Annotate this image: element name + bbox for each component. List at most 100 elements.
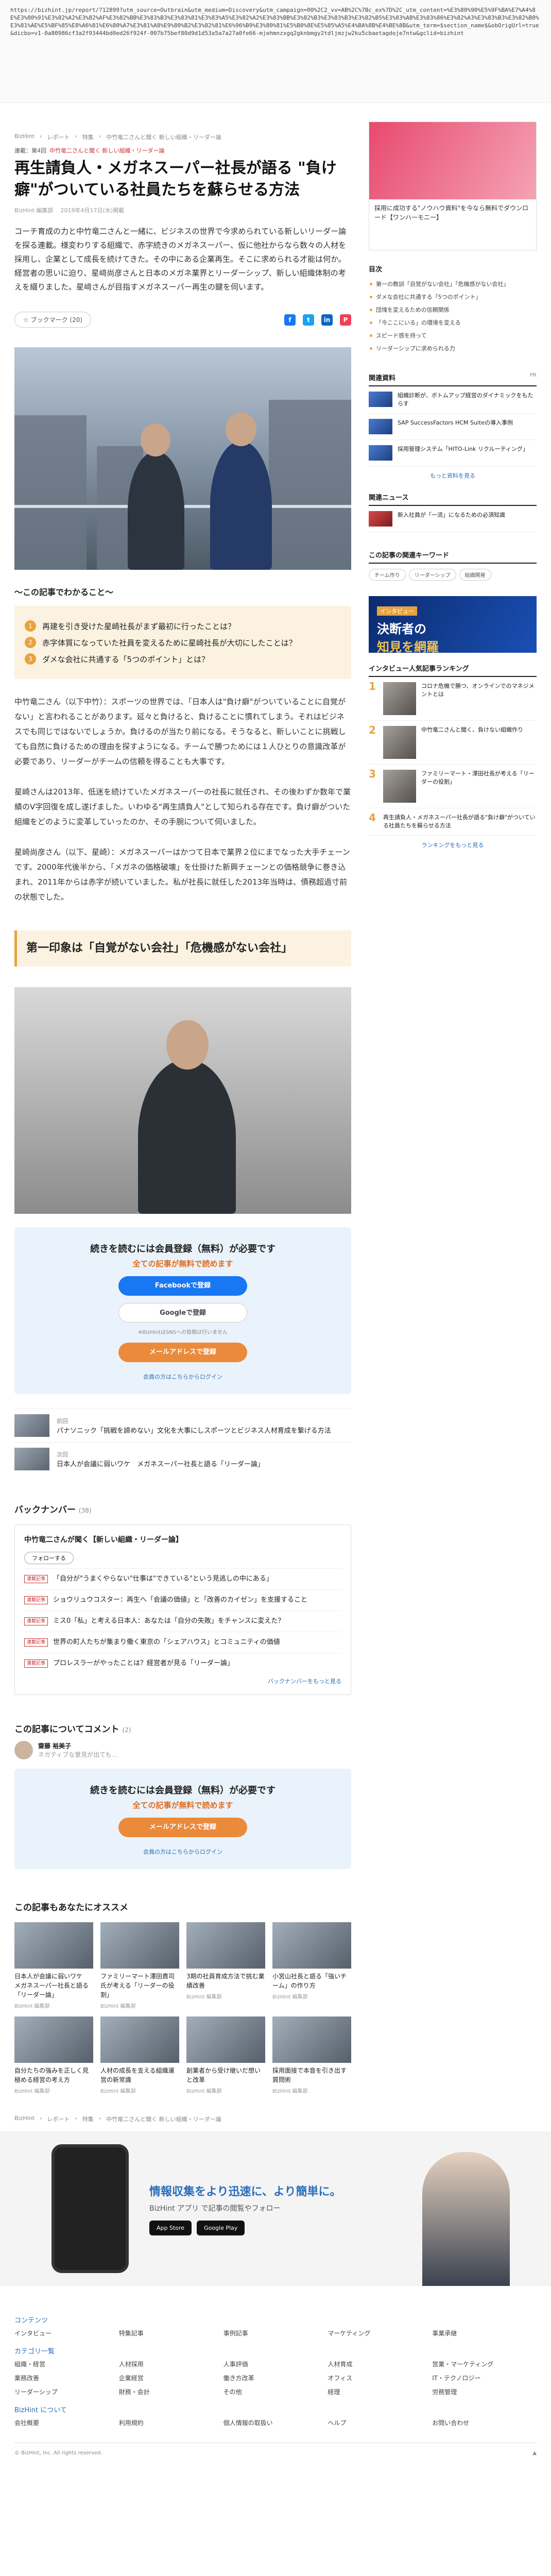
toc-item[interactable]: 3 ダメな会社に共通する「5つのポイント」とは？ <box>25 653 341 665</box>
linkedin-share-icon[interactable]: in <box>321 314 333 326</box>
comment-item: 齋藤 裕美子 ネガティブな意見が出ても… <box>14 1741 351 1764</box>
backnumber-item[interactable]: 連載記事 プロレスラーがやったことは？経営者が見る「リーダー論」 <box>24 1653 341 1674</box>
footer-link[interactable]: オフィス <box>328 2374 432 2382</box>
ranking-item[interactable]: 4 再生請負人・メガネスーパー社長が語る"負け癖"がついている社員たちを蘇らせる方… <box>369 808 537 836</box>
recommend-card[interactable]: 創業者から受け継いだ想いと改革 BizHint 編集部 <box>186 2016 265 2094</box>
related-doc-item[interactable]: 採用管理システム「HITO-Link リクルーティング」 <box>369 440 537 466</box>
breadcrumb-item[interactable]: BizHint <box>14 133 35 141</box>
footer-link[interactable]: 財務・会計 <box>119 2387 223 2396</box>
footer-link[interactable]: 組織・経営 <box>14 2360 119 2368</box>
related-docs: 関連資料 PR 組織診断が、ボトムアップ経営のダイナミックをもたらす SAP Su… <box>369 372 537 485</box>
facebook-register-button[interactable]: Facebookで登録 <box>118 1276 247 1296</box>
footer-link[interactable]: その他 <box>223 2387 328 2396</box>
footer-link[interactable]: 営業・マーケティング <box>432 2360 537 2368</box>
related-more-link[interactable]: もっと資料を見る <box>369 466 537 485</box>
backnumber-item[interactable]: 連載記事 世界の町人たちが集まり働く東京の「シェアハウス」とコミュニティの価値 <box>24 1632 341 1653</box>
sidebar-toc-item[interactable]: 「今ここにいる」の環境を変える <box>369 316 537 329</box>
keyword-tag[interactable]: リーダーシップ <box>408 569 456 581</box>
footer-link[interactable]: 労務管理 <box>432 2387 537 2396</box>
footer-link[interactable]: 事例記事 <box>223 2329 328 2337</box>
footer-link[interactable]: 企業経営 <box>119 2374 223 2382</box>
backnumber-item[interactable]: 連載記事 ショウリュウコスター：再生へ「会議の価値」と「改善のカイゼン」を支援する… <box>24 1589 341 1611</box>
footer-link[interactable]: マーケティング <box>328 2329 432 2337</box>
google-register-button[interactable]: Googleで登録 <box>118 1303 247 1323</box>
sidebar-toc-item[interactable]: スピード感を持って <box>369 329 537 342</box>
ad-image <box>369 122 536 199</box>
footer-link[interactable]: 働き方改革 <box>223 2374 328 2382</box>
article-body: 中竹竜二さん（以下中竹）：スポーツの世界では、「日本人は"負け癖"がついているこ… <box>14 694 351 905</box>
thumbnail <box>14 1448 49 1470</box>
footer-link[interactable]: ヘルプ <box>328 2418 432 2427</box>
breadcrumb-item[interactable]: レポート <box>47 2115 70 2123</box>
recommend-card[interactable]: 人材の成長を支える組織運営の新常識 BizHint 編集部 <box>100 2016 179 2094</box>
footer-link[interactable]: 事業承継 <box>432 2329 537 2337</box>
breadcrumb-item[interactable]: 中竹竜二さんと聞く 新しい組織・リーダー論 <box>106 2115 221 2123</box>
follow-button[interactable]: フォローする <box>24 1552 74 1564</box>
ranking-more-link[interactable]: ランキングをもっと見る <box>369 836 537 854</box>
footer-link[interactable]: 個人情報の取扱い <box>223 2418 328 2427</box>
sidebar-toc-item[interactable]: 団塊を変えるための信頼関係 <box>369 303 537 316</box>
footer-link[interactable]: 業務改善 <box>14 2374 119 2382</box>
keyword-tag[interactable]: 組織開発 <box>459 569 491 581</box>
sidebar-ad[interactable]: 採用に成功する"ノウハウ資料"を今なら無料でダウンロード【ワンハーモニー】 <box>369 122 537 250</box>
series-nav-item[interactable]: 次回 日本人が会議に弱いワケ メガネスーパー社長と語る「リーダー論」 <box>14 1442 351 1476</box>
footer-link[interactable]: 経理 <box>328 2387 432 2396</box>
breadcrumb-item[interactable]: 特集 <box>82 133 94 141</box>
recommend-card[interactable]: 採用面接で本音を引き出す質問術 BizHint 編集部 <box>272 2016 351 2094</box>
recommend-card[interactable]: ファミリーマート澤田貴司氏が考える「リーダーの役割」 BizHint 編集部 <box>100 1922 179 2009</box>
breadcrumb-item[interactable]: レポート <box>47 133 70 141</box>
avatar <box>14 1741 33 1759</box>
ranking-item[interactable]: 3 ファミリーマート・澤田社長が考える「リーダーの役割」 <box>369 765 537 808</box>
recommend-card[interactable]: 3期の社員育成方法で挑む業績改善 BizHint 編集部 <box>186 1922 265 2009</box>
google-play-button[interactable]: Google Play <box>197 2220 245 2235</box>
interview-banner[interactable]: インタビュー 決断者の 知見を網羅 <box>369 596 537 654</box>
login-link[interactable]: 会員の方はこちらからログイン <box>14 1372 351 1381</box>
recommend-card[interactable]: 日本人が会議に弱いワケ メガネスーパー社長と語る「リーダー論」 BizHint 編… <box>14 1922 93 2009</box>
interview-photo <box>14 987 351 1214</box>
sidebar-toc-item[interactable]: 第一の教訓「自覚がない会社」「危機感がない会社」 <box>369 278 537 291</box>
related-doc-item[interactable]: 組織診断が、ボトムアップ経営のダイナミックをもたらす <box>369 386 537 414</box>
keyword-tag[interactable]: チーム作り <box>369 569 406 581</box>
login-link[interactable]: 会員の方はこちらからログイン <box>14 1848 351 1856</box>
page-top-link[interactable]: ▲ <box>532 2450 537 2456</box>
footer-link[interactable]: 会社概要 <box>14 2418 119 2427</box>
sidebar-toc-item[interactable]: リーダーシップに求められる力 <box>369 342 537 355</box>
footer-link[interactable]: 人材育成 <box>328 2360 432 2368</box>
pocket-share-icon[interactable]: P <box>340 314 351 326</box>
email-register-button[interactable]: メールアドレスで登録 <box>118 1343 247 1362</box>
footer-link[interactable]: お問い合わせ <box>432 2418 537 2427</box>
ranking-item[interactable]: 1 コロナ危機で勝つ、オンラインでのマネジメントとは <box>369 677 537 721</box>
footer-link[interactable]: 人事評価 <box>223 2360 328 2368</box>
recommend-card[interactable]: 自分たちの強みを正しく見極める経営の考え方 BizHint 編集部 <box>14 2016 93 2094</box>
footer-link[interactable]: 利用規約 <box>119 2418 223 2427</box>
breadcrumb: BizHint › レポート › 特集 › 中竹竜二さんと聞く 新しい組織・リーダー論 <box>14 133 221 141</box>
sidebar-toc-item[interactable]: ダメな会社に共通する「5つのポイント」 <box>369 291 537 303</box>
news-item[interactable]: 新入社員が「一流」になるための必須知識 <box>369 506 537 532</box>
toc-item[interactable]: 1 再建を引き受けた星崎社長がまず最初に行ったことは？ <box>25 620 341 632</box>
bookmark-button[interactable]: ☆ ブックマーク (20) <box>14 312 92 328</box>
footer-link[interactable]: IT・テクノロジー <box>432 2374 537 2382</box>
breadcrumb-item[interactable]: 中竹竜二さんと聞く 新しい組織・リーダー論 <box>106 133 221 141</box>
twitter-share-icon[interactable]: t <box>303 314 314 326</box>
series-nav-item[interactable]: 前回 パナソニック「挑戦を諦めない」文化を大事にしスポーツとビジネス人材育成を繋げ… <box>14 1409 351 1442</box>
recommend-card[interactable]: 小宮山社長と語る「強いチーム」の作り方 BizHint 編集部 <box>272 1922 351 2009</box>
related-doc-item[interactable]: SAP SuccessFactors HCM Suiteの導入事例 <box>369 414 537 440</box>
footer-link[interactable]: 特集記事 <box>119 2329 223 2337</box>
backnumber-item[interactable]: 連載記事 「自分が"うまくやらない"仕事は"できている"という見逃しの中にある」 <box>24 1568 341 1589</box>
toc-item[interactable]: 2 赤字体質になっていた社員を変えるために星崎社長が大切にしたことは？ <box>25 637 341 648</box>
footer-link[interactable]: 人材採用 <box>119 2360 223 2368</box>
email-register-button[interactable]: メールアドレスで登録 <box>118 1818 247 1837</box>
backnumber-more-link[interactable]: バックナンバーをもっと見る <box>24 1677 341 1685</box>
app-store-button[interactable]: App Store <box>149 2220 192 2235</box>
sidebar-toc: 目次 第一の教訓「自覚がない会社」「危機感がない会社」 ダメな会社に共通する「5… <box>369 264 537 355</box>
ranking-item[interactable]: 2 中竹竜二さんと聞く、負けない組織作り <box>369 721 537 765</box>
backnumber-item[interactable]: 連載記事 ミス0「私」と考える日本人：あなたは「自分の失敗」をチャンスに変えた？ <box>24 1611 341 1632</box>
facebook-share-icon[interactable]: f <box>284 314 296 326</box>
thumbnail <box>14 1922 93 1969</box>
breadcrumb-item[interactable]: BizHint <box>14 2115 35 2123</box>
series-nav: 前回 パナソニック「挑戦を諦めない」文化を大事にしスポーツとビジネス人材育成を繋げ… <box>14 1409 351 1476</box>
footer-link[interactable]: インタビュー <box>14 2329 119 2337</box>
breadcrumb-item[interactable]: 特集 <box>82 2115 94 2123</box>
footer-link[interactable]: リーダーシップ <box>14 2387 119 2396</box>
series-link[interactable]: 中竹竜二さんと聞く 新しい組織・リーダー論 <box>49 147 165 154</box>
